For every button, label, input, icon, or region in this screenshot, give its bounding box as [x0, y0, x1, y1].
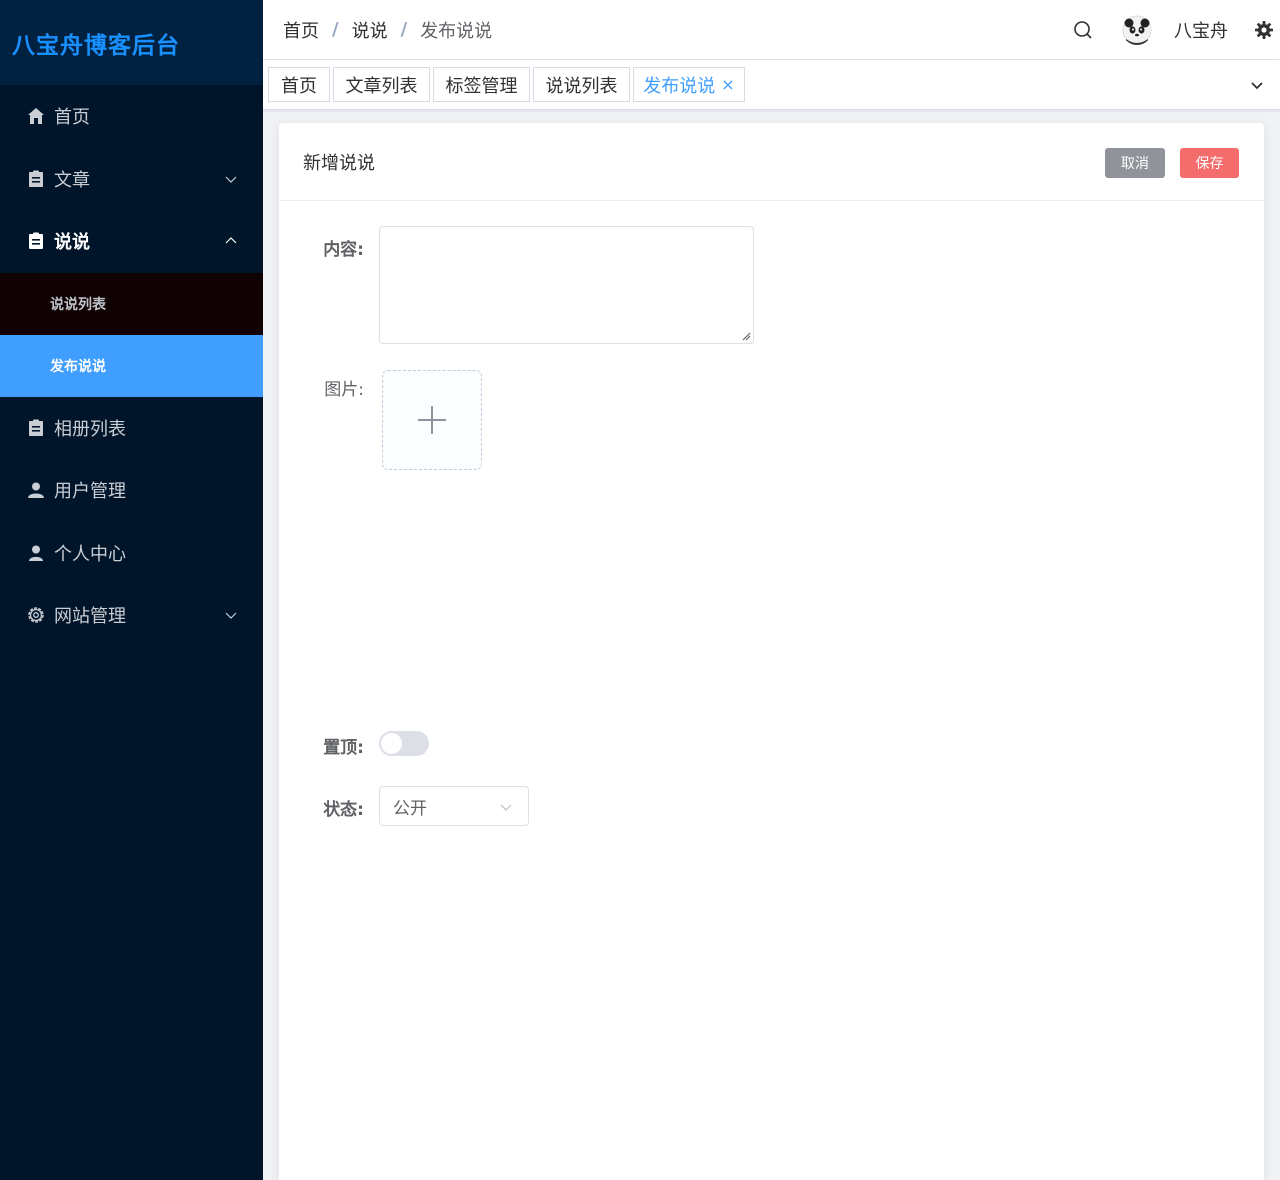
- tag-label: 标签管理: [445, 75, 518, 97]
- tag-label: 说说列表: [545, 75, 618, 97]
- user-icon: [26, 543, 46, 563]
- image-upload[interactable]: [382, 370, 482, 470]
- header-actions: 八宝舟: [1072, 0, 1280, 60]
- tag-publish-talk[interactable]: 发布说说 ×: [633, 67, 745, 102]
- breadcrumb: 首页 / 说说 / 发布说说: [263, 17, 492, 43]
- avatar[interactable]: [1122, 15, 1152, 45]
- user-icon: [26, 480, 46, 500]
- sidebar: 八宝舟博客后台 首页 文章 说说 说说列表 发布说说 相册列表 用户管理 个人中…: [0, 0, 263, 1180]
- sidebar-item-articles[interactable]: 文章: [0, 148, 263, 211]
- document-icon: [26, 231, 46, 251]
- document-icon: [26, 169, 46, 189]
- toggle-knob: [381, 733, 402, 754]
- page-title: 新增说说: [303, 152, 375, 174]
- tag-label: 首页: [281, 75, 317, 97]
- talk-editor-card: 新增说说 取消 保存 内容: 图片: 置顶: 状态: 公开: [279, 123, 1264, 1180]
- content-textarea[interactable]: [379, 226, 754, 344]
- tag-article-list[interactable]: 文章列表: [333, 67, 430, 102]
- pin-toggle[interactable]: [379, 731, 429, 756]
- tag-label: 发布说说: [643, 75, 716, 97]
- sidebar-item-label: 首页: [54, 107, 90, 129]
- status-select[interactable]: 公开: [379, 786, 529, 826]
- tag-label: 文章列表: [345, 75, 418, 97]
- resize-handle-icon[interactable]: [741, 331, 751, 341]
- search-icon[interactable]: [1072, 19, 1094, 41]
- sidebar-item-home[interactable]: 首页: [0, 85, 263, 148]
- cancel-button[interactable]: 取消: [1105, 148, 1165, 178]
- sidebar-item-label: 相册列表: [54, 418, 126, 440]
- chevron-down-icon: [225, 176, 237, 183]
- cancel-button-label: 取消: [1121, 156, 1149, 172]
- sidebar-item-profile[interactable]: 个人中心: [0, 522, 263, 585]
- save-button[interactable]: 保存: [1180, 148, 1239, 178]
- submenu-item-label: 说说列表: [50, 296, 106, 313]
- chevron-down-icon: [500, 804, 512, 811]
- gear-icon: [26, 605, 46, 625]
- sidebar-item-label: 网站管理: [54, 606, 126, 628]
- sidebar-item-site-management[interactable]: 网站管理: [0, 584, 263, 647]
- submenu-item-label: 发布说说: [50, 358, 106, 375]
- document-icon: [26, 418, 46, 438]
- submenu-item-talk-list[interactable]: 说说列表: [0, 272, 263, 335]
- username[interactable]: 八宝舟: [1174, 17, 1228, 43]
- save-button-label: 保存: [1195, 156, 1224, 172]
- chevron-up-icon: [225, 237, 237, 244]
- tag-home[interactable]: 首页: [268, 67, 330, 102]
- tag-talk-list[interactable]: 说说列表: [533, 67, 630, 102]
- top-header: 首页 / 说说 / 发布说说 八宝舟: [263, 0, 1280, 60]
- sidebar-item-talks[interactable]: 说说: [0, 210, 263, 273]
- content-label: 内容:: [323, 240, 364, 260]
- sidebar-item-albums[interactable]: 相册列表: [0, 397, 263, 460]
- app-title: 八宝舟博客后台: [12, 32, 180, 59]
- chevron-down-icon[interactable]: [1250, 78, 1264, 92]
- sidebar-item-label: 用户管理: [54, 481, 126, 503]
- chevron-down-icon: [225, 612, 237, 620]
- sidebar-item-label: 文章: [54, 169, 90, 191]
- breadcrumb-item-talks[interactable]: 说说: [352, 17, 388, 43]
- settings-gear-icon[interactable]: [1254, 20, 1274, 40]
- plus-icon: [418, 406, 446, 434]
- home-icon: [26, 106, 46, 126]
- logo[interactable]: 八宝舟博客后台: [0, 0, 263, 85]
- breadcrumb-item-current: 发布说说: [420, 20, 493, 42]
- tag-tag-management[interactable]: 标签管理: [433, 67, 530, 102]
- image-label: 图片:: [324, 380, 364, 400]
- status-value: 公开: [393, 798, 427, 819]
- close-icon[interactable]: ×: [721, 75, 734, 94]
- breadcrumb-separator: /: [400, 19, 408, 40]
- sidebar-item-label: 说说: [54, 232, 90, 254]
- card-header: 新增说说 取消 保存: [279, 123, 1264, 201]
- status-label: 状态:: [323, 800, 364, 820]
- breadcrumb-item-home[interactable]: 首页: [283, 17, 319, 43]
- submenu-item-publish-talk[interactable]: 发布说说: [0, 334, 263, 397]
- sidebar-item-label: 个人中心: [54, 543, 126, 565]
- breadcrumb-separator: /: [332, 19, 339, 40]
- sidebar-item-users[interactable]: 用户管理: [0, 459, 263, 522]
- tags-view: 首页 文章列表 标签管理 说说列表 发布说说 ×: [263, 60, 1280, 110]
- pin-label: 置顶:: [323, 738, 364, 758]
